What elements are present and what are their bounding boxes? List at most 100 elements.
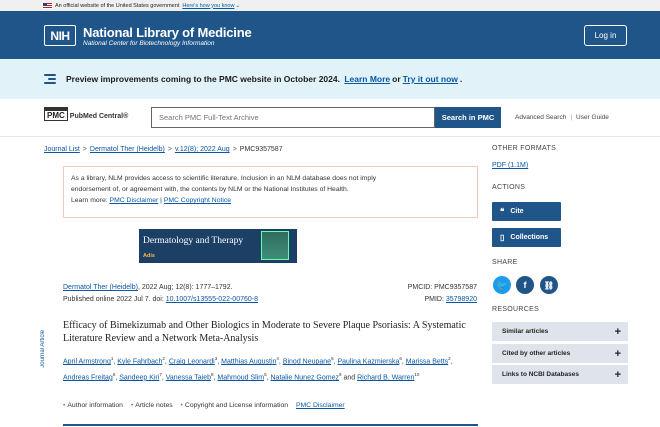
author-affiliation: 7	[159, 371, 162, 377]
nih-logo[interactable]: NIH	[44, 25, 76, 46]
article-title: Efficacy of Bimekizumab and Other Biolog…	[63, 320, 466, 344]
disclaimer-separator: |	[160, 197, 162, 204]
author-link[interactable]: Paulina Kazmierska	[337, 358, 399, 365]
chevron-down-icon[interactable]: ⌄	[235, 3, 240, 9]
author-link[interactable]: Andreas Freitag	[63, 374, 113, 381]
breadcrumb-journal[interactable]: Dermatol Ther (Heidelb)	[90, 146, 165, 153]
author-affiliation: 4	[276, 356, 279, 361]
similar-articles-label: Similar articles	[502, 328, 549, 335]
pmid-label: PMID:	[424, 296, 446, 303]
author-link[interactable]: Richard B. Warren	[357, 374, 414, 381]
resources-heading: RESOURCES	[492, 306, 540, 313]
journal-article-label: Journal Article	[40, 330, 46, 368]
cited-by-label: Cited by other articles	[502, 350, 571, 357]
author-link[interactable]: Natalie Nunez Gomez	[271, 374, 339, 381]
citation-block: Dermatol Ther (Heidelb), 2022 Aug; 12(8)…	[63, 282, 258, 306]
cited-by-toggle[interactable]: Cited by other articles +	[492, 344, 628, 363]
try-it-out-link[interactable]: Try it out now	[403, 74, 458, 84]
pmc-copyright-link[interactable]: PMC Copyright Notice	[164, 197, 231, 204]
search-links: Advanced Search | User Guide	[515, 114, 609, 121]
search-button[interactable]: Search in PMC	[435, 107, 501, 128]
copyright-license-toggle[interactable]: Copyright and License information	[185, 402, 288, 409]
preview-banner: Preview improvements coming to the PMC w…	[0, 59, 660, 99]
author-affiliation: 6	[112, 371, 116, 377]
pmc-disclaimer-link[interactable]: PMC Disclaimer	[110, 197, 159, 204]
published-online: Published online 2022 Jul 7. doi:	[63, 296, 166, 303]
author-link[interactable]: Mahmoud Slim	[217, 374, 264, 381]
us-flag-icon	[43, 2, 52, 9]
nlm-header: NIH National Library of Medicine Nationa…	[0, 11, 660, 59]
preview-text: Preview improvements coming to the PMC w…	[66, 74, 340, 84]
disclaimer-learn-more: Learn more:	[71, 197, 108, 204]
author-link[interactable]: Kyle Fahrbach	[117, 358, 162, 365]
site-subtitle: National Center for Biotechnology Inform…	[83, 40, 215, 47]
breadcrumb-current: PMC9357587	[239, 146, 283, 153]
ncbi-links-toggle[interactable]: Links to NCBI Databases +	[492, 365, 628, 384]
article-pmc-disclaimer-link[interactable]: PMC Disclaimer	[296, 402, 345, 409]
gov-banner: An official website of the United States…	[0, 0, 660, 11]
journal-cover-image	[261, 231, 289, 260]
advanced-search-link[interactable]: Advanced Search	[515, 114, 566, 121]
author-affiliation: 3	[214, 356, 218, 361]
heres-how-you-know-link[interactable]: Here's how you know	[182, 3, 234, 9]
article-info-links: • Author information • Article notes • Copy…	[63, 402, 345, 409]
learn-more-link[interactable]: Learn More	[344, 74, 390, 84]
pmid-link[interactable]: 35798920	[446, 296, 477, 303]
user-guide-link[interactable]: User Guide	[576, 114, 609, 121]
author-information-toggle[interactable]: Author information	[67, 402, 123, 409]
author-link[interactable]: April Armstrong	[63, 358, 111, 365]
author-affiliation: 5	[331, 356, 334, 361]
author-affiliation: 9	[338, 371, 342, 377]
author-affiliation: 2	[162, 356, 165, 361]
divider	[0, 136, 660, 137]
journal-banner[interactable]: Dermatology and Therapy Adis	[139, 229, 297, 263]
author-link[interactable]: Craig Leonardi	[169, 358, 215, 365]
nlm-disclaimer-box: As a library, NLM provides access to sci…	[63, 166, 478, 218]
pdf-link[interactable]: PDF (1.1M)	[492, 162, 528, 169]
ncbi-links-label: Links to NCBI Databases	[502, 371, 579, 378]
author-link[interactable]: Vanessa Taieb	[166, 374, 211, 381]
pmcid: PMCID: PMC9357587	[407, 284, 477, 291]
similar-articles-toggle[interactable]: Similar articles +	[492, 322, 628, 341]
pmc-logo[interactable]: PMC PubMed Central®	[44, 107, 128, 121]
announcement-icon	[44, 74, 56, 84]
author-affiliation: 5	[264, 371, 267, 377]
citation-text: , 2022 Aug; 12(8): 1777–1792.	[137, 284, 233, 291]
facebook-icon[interactable]: f	[516, 276, 534, 294]
breadcrumb: Journal List > Dermatol Ther (Heidelb) > v.1…	[44, 146, 283, 153]
twitter-icon[interactable]: 🐦	[493, 276, 511, 294]
article-notes-toggle[interactable]: Article notes	[135, 402, 172, 409]
site-title[interactable]: National Library of Medicine	[83, 25, 252, 40]
author-affiliation: 8	[211, 371, 214, 377]
author-affiliation: 10	[414, 371, 420, 377]
collections-button[interactable]: ▯ Collections	[492, 228, 561, 247]
gov-banner-text: An official website of the United States…	[55, 2, 180, 9]
plus-icon: +	[614, 325, 621, 338]
disclaimer-line-1: As a library, NLM provides access to sci…	[71, 175, 377, 182]
section-divider	[63, 424, 478, 426]
search-input[interactable]	[151, 107, 435, 128]
author-link[interactable]: Sandeep Kiri	[119, 374, 159, 381]
journal-link[interactable]: Dermatol Ther (Heidelb)	[63, 284, 138, 291]
login-button[interactable]: Log in	[584, 25, 627, 46]
breadcrumb-journal-list[interactable]: Journal List	[44, 146, 80, 153]
author-affiliation: 6	[399, 356, 402, 361]
author-link[interactable]: Marissa Betts	[406, 358, 448, 365]
author-link[interactable]: Binod Neupane	[283, 358, 331, 365]
author-affiliation: 1	[110, 356, 114, 361]
pmc-logo-name: PubMed Central®	[69, 113, 129, 120]
plus-icon: +	[614, 347, 621, 360]
bookmark-icon: ▯	[500, 233, 505, 242]
cite-label: Cite	[510, 208, 524, 215]
author-list: April Armstrong1, Kyle Fahrbach2, Craig …	[63, 356, 453, 382]
breadcrumb-issue[interactable]: v.12(8); 2022 Aug	[175, 146, 230, 153]
author-link[interactable]: Matthias Augustin	[221, 358, 276, 365]
doi-link[interactable]: 10.1007/s13555-022-00760-8	[166, 296, 258, 303]
author-affiliation: 2	[448, 356, 451, 361]
disclaimer-line-2: endorsement of, or agreement with, the c…	[71, 186, 349, 193]
link-icon[interactable]: ⛓	[540, 276, 558, 294]
preview-or: or	[392, 74, 401, 84]
other-formats-heading: OTHER FORMATS	[492, 145, 557, 152]
cite-button[interactable]: ❝ Cite	[492, 202, 561, 221]
share-heading: SHARE	[492, 259, 518, 266]
